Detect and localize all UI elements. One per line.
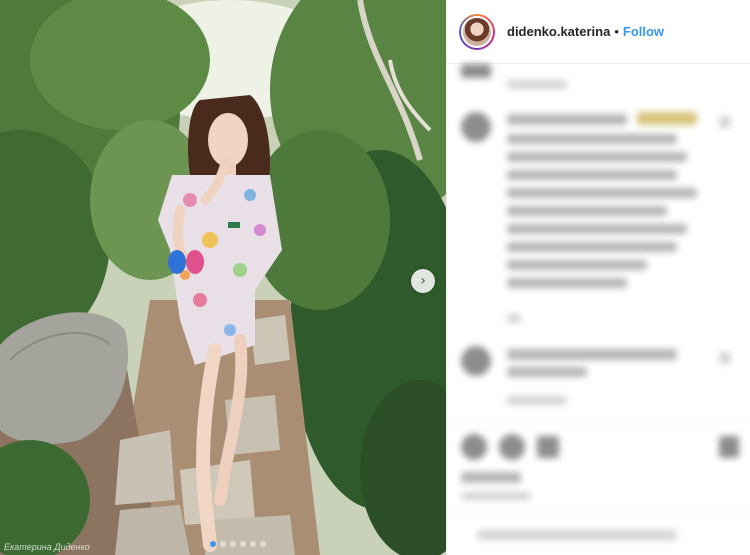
carousel-dot: [210, 541, 216, 547]
username-link[interactable]: didenko.katerina: [507, 24, 610, 39]
carousel-dot: [260, 541, 266, 547]
blurred-block: [507, 314, 521, 323]
blurred-share-icon: [537, 436, 559, 458]
blurred-block: [507, 367, 587, 377]
blurred-comment-icon: [499, 434, 525, 460]
blurred-block: [507, 170, 677, 180]
blurred-block: [461, 64, 491, 78]
blurred-block: [507, 224, 687, 234]
blurred-block: [507, 260, 647, 270]
carousel-dot: [230, 541, 236, 547]
blurred-block: [461, 492, 531, 500]
blurred-block: [507, 206, 667, 216]
post-photo[interactable]: › Екатерина Диденко: [0, 0, 446, 555]
blurred-block: [637, 112, 697, 125]
blurred-block: [507, 152, 687, 162]
blurred-block: [507, 396, 567, 405]
blurred-block: [507, 188, 697, 198]
chevron-right-icon: ›: [420, 273, 426, 289]
blurred-comments-area: [447, 64, 750, 555]
avatar-image: [461, 15, 493, 48]
blurred-block: [719, 352, 731, 364]
blurred-block: [507, 80, 567, 89]
blurred-like-icon: [461, 434, 487, 460]
post-header: didenko.katerina • Follow: [447, 0, 750, 64]
avatar[interactable]: [459, 13, 495, 50]
carousel-dot: [240, 541, 246, 547]
post-side-panel: didenko.katerina • Follow: [446, 0, 750, 555]
blurred-block: [477, 530, 677, 540]
blurred-block: [719, 116, 731, 128]
blurred-block: [507, 242, 677, 252]
blurred-avatar: [461, 112, 491, 142]
blurred-block: [507, 114, 627, 125]
carousel-dot: [220, 541, 226, 547]
next-photo-button[interactable]: ›: [411, 269, 435, 293]
blurred-block: [507, 349, 677, 360]
blurred-avatar: [461, 346, 491, 376]
blurred-block: [461, 472, 521, 483]
photo-image: [0, 0, 446, 555]
blurred-save-icon: [719, 436, 739, 458]
blurred-block: [507, 134, 677, 144]
follow-button[interactable]: Follow: [623, 24, 664, 39]
photo-watermark: Екатерина Диденко: [4, 542, 90, 552]
carousel-dot: [250, 541, 256, 547]
blurred-block: [507, 278, 627, 288]
carousel-indicator: [210, 541, 266, 547]
separator-dot: •: [614, 24, 619, 39]
